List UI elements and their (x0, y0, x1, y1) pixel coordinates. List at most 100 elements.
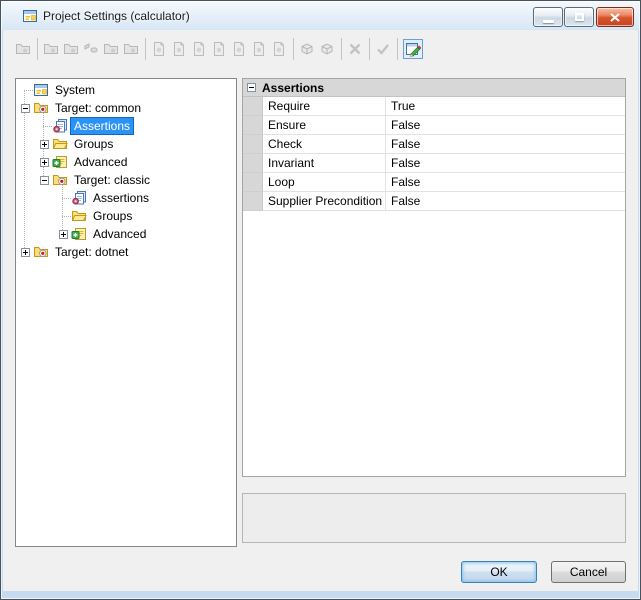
document-plus-icon (211, 41, 227, 57)
toolbar-separator (293, 38, 294, 60)
target-icon (52, 172, 68, 188)
document-h-icon (151, 41, 167, 57)
property-value[interactable]: False (386, 173, 625, 192)
property-name: Check (263, 135, 386, 154)
target-icon (33, 244, 49, 260)
property-name: Invariant (263, 154, 386, 173)
documents-picture-icon (231, 41, 247, 57)
row-gutter (243, 116, 263, 135)
row-gutter (243, 97, 263, 116)
property-name: Supplier Precondition (263, 192, 386, 211)
maximize-button[interactable] (564, 7, 594, 27)
tree-item-advanced-common[interactable]: Advanced (16, 153, 236, 171)
property-grid: Assertions Require True Ensure False Che… (242, 78, 626, 477)
cancel-button[interactable]: Cancel (551, 561, 626, 583)
toolbar-separator (341, 38, 342, 60)
tree-item-label[interactable]: Groups (90, 208, 135, 224)
target-icon (33, 100, 49, 116)
expand-toggle[interactable] (40, 158, 49, 167)
toolbar (3, 30, 638, 67)
property-value[interactable]: False (386, 135, 625, 154)
toolbar-separator (145, 38, 146, 60)
property-row[interactable]: Ensure False (243, 116, 625, 135)
document-c-icon (171, 41, 187, 57)
collapse-toggle[interactable] (40, 176, 49, 185)
property-value[interactable]: False (386, 192, 625, 211)
tree-item-label[interactable]: Advanced (71, 154, 130, 170)
tree-item-assertions-common[interactable]: Assertions (16, 117, 236, 135)
document-add-icon (191, 41, 207, 57)
folder-picture-icon (63, 41, 79, 57)
category-title: Assertions (262, 81, 324, 95)
project-settings-icon (22, 8, 38, 24)
tree-item-label[interactable]: Advanced (90, 226, 149, 242)
advanced-icon (71, 226, 87, 242)
dialog-client-area: System Target: common Assertions Groups (3, 30, 638, 591)
folder-assembly-icon (123, 41, 139, 57)
groups-folder-icon (52, 136, 68, 152)
tree-item-label[interactable]: System (52, 82, 98, 98)
link-icon (83, 41, 99, 57)
tree-item-system[interactable]: System (16, 81, 236, 99)
tree-item-target-dotnet[interactable]: Target: dotnet (16, 243, 236, 261)
tree-item-label-selected[interactable]: Assertions (71, 118, 133, 134)
property-row[interactable]: Loop False (243, 173, 625, 192)
settings-tree: System Target: common Assertions Groups (15, 78, 237, 547)
row-gutter (243, 135, 263, 154)
tree-item-label[interactable]: Groups (71, 136, 116, 152)
advanced-icon (52, 154, 68, 170)
description-panel (242, 493, 626, 543)
property-name: Ensure (263, 116, 386, 135)
collapse-toggle[interactable] (21, 104, 30, 113)
tree-item-label[interactable]: Target: classic (71, 172, 153, 188)
ok-button[interactable]: OK (461, 561, 537, 583)
row-gutter (243, 192, 263, 211)
assertions-icon (52, 118, 68, 134)
tree-item-label[interactable]: Target: dotnet (52, 244, 131, 260)
toolbar-separator (369, 38, 370, 60)
window-title: Project Settings (calculator) (43, 9, 190, 23)
row-gutter (243, 173, 263, 192)
tree-item-label[interactable]: Assertions (90, 190, 152, 206)
delete-icon (347, 41, 363, 57)
cube-icon (299, 41, 315, 57)
groups-folder-icon (71, 208, 87, 224)
folder-library-icon (103, 41, 119, 57)
tree-item-target-classic[interactable]: Target: classic (16, 171, 236, 189)
assertions-icon (71, 190, 87, 206)
edit-pencil-icon[interactable] (403, 39, 423, 59)
category-collapse-toggle[interactable] (247, 83, 256, 92)
close-icon (610, 13, 620, 22)
property-category-header: Assertions (243, 79, 625, 97)
property-value[interactable]: True (386, 97, 625, 116)
folder-target-icon (15, 41, 31, 57)
maximize-icon (575, 13, 584, 21)
tree-item-label[interactable]: Target: common (52, 100, 144, 116)
project-settings-window: Project Settings (calculator) (0, 0, 641, 600)
property-row[interactable]: Invariant False (243, 154, 625, 173)
property-row[interactable]: Supplier Precondition False (243, 192, 625, 211)
property-name: Loop (263, 173, 386, 192)
tree-item-groups-classic[interactable]: Groups (16, 207, 236, 225)
minimize-icon (543, 20, 554, 23)
document-arrow-icon (251, 41, 267, 57)
expand-toggle[interactable] (40, 140, 49, 149)
document-remove-icon (271, 41, 287, 57)
close-button[interactable] (596, 7, 634, 27)
tree-item-assertions-classic[interactable]: Assertions (16, 189, 236, 207)
row-gutter (243, 154, 263, 173)
property-value[interactable]: False (386, 154, 625, 173)
cube-add-icon (319, 41, 335, 57)
toolbar-separator (397, 38, 398, 60)
tree-item-target-common[interactable]: Target: common (16, 99, 236, 117)
toolbar-separator (37, 38, 38, 60)
minimize-button[interactable] (533, 7, 563, 27)
expand-toggle[interactable] (59, 230, 68, 239)
property-name: Require (263, 97, 386, 116)
property-value[interactable]: False (386, 116, 625, 135)
expand-toggle[interactable] (21, 248, 30, 257)
property-row[interactable]: Check False (243, 135, 625, 154)
property-row[interactable]: Require True (243, 97, 625, 116)
tree-item-groups-common[interactable]: Groups (16, 135, 236, 153)
tree-item-advanced-classic[interactable]: Advanced (16, 225, 236, 243)
